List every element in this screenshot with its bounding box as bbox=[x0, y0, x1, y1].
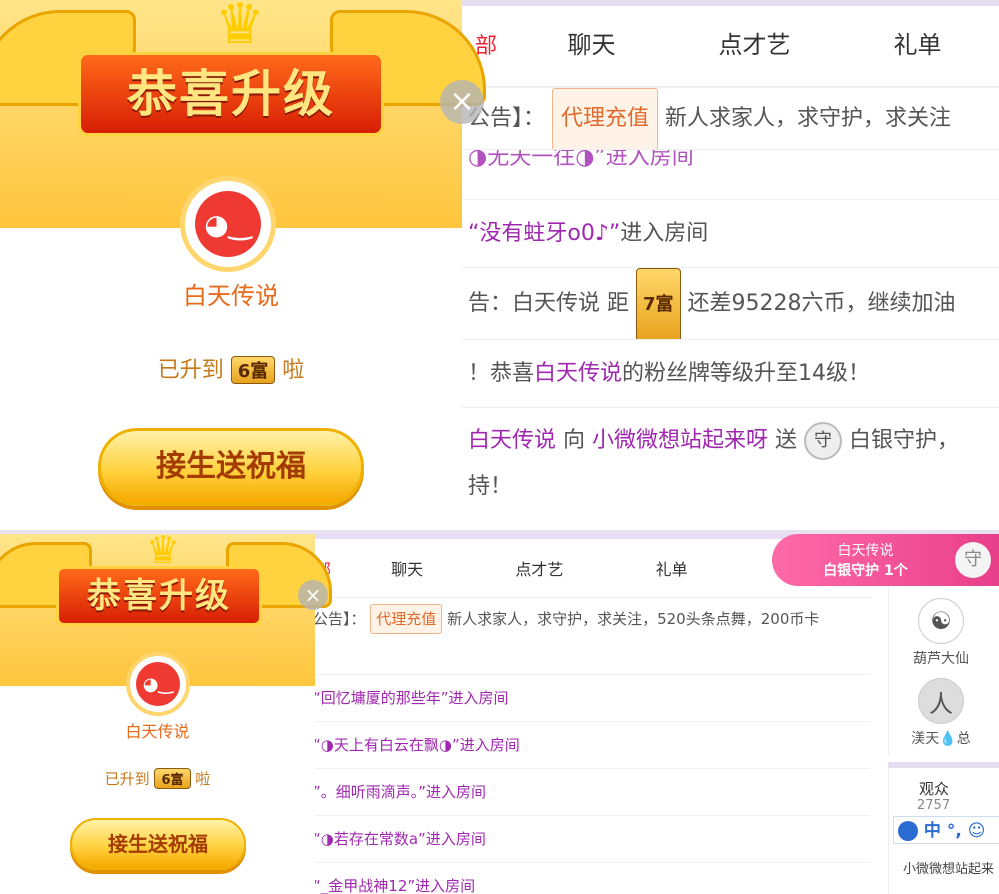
send-blessing-button[interactable]: 接生送祝福 bbox=[70, 818, 246, 870]
popup-title: 恭喜升级 bbox=[78, 52, 384, 136]
user-circle-icon bbox=[898, 821, 918, 841]
gift-sender[interactable]: 白天传说 bbox=[468, 428, 556, 453]
tab-chat[interactable]: 聊天 bbox=[341, 556, 473, 580]
chat-area-bottom: 部 聊天 点才艺 礼单 活动 公告】： 代理充值 新人求家人，求守护，求关注，5… bbox=[305, 534, 870, 894]
rank-message: 告：白天传说 距 7富 还差95228六币，继续加油 bbox=[462, 268, 999, 340]
upgraded-text: 已升到 6富 啦 bbox=[157, 356, 305, 384]
agent-recharge-chip[interactable]: 代理充值 bbox=[552, 88, 659, 149]
notice-text: 新人求家人，求守护，求关注 bbox=[665, 106, 952, 131]
enter-message: “没有蛀牙o0♪”进入房间 bbox=[462, 200, 999, 268]
gift-receiver[interactable]: 小微微想站起来呀 bbox=[592, 428, 768, 453]
list-item: “_金甲战神12”进入房间 bbox=[305, 863, 870, 894]
enter-suffix: 进入房间 bbox=[620, 221, 709, 246]
tab-chat[interactable]: 聊天 bbox=[510, 25, 673, 86]
yin-yang-icon: ☯ bbox=[918, 598, 964, 644]
guard-user[interactable]: 人 渼天💧总 bbox=[903, 678, 979, 748]
partial-enter-message: ◑无天一往◑”进入房间 bbox=[462, 150, 999, 200]
tab-gift-list[interactable]: 礼单 bbox=[606, 556, 738, 580]
top-screenshot: 部 聊天 点才艺 礼单 公告】： 代理充值 新人求家人，求守护，求关注 ◑无天一… bbox=[0, 0, 999, 534]
popup-title: 恭喜升级 bbox=[56, 566, 262, 626]
tab-gift-list[interactable]: 礼单 bbox=[836, 25, 999, 86]
audience-label: 观众 bbox=[919, 780, 950, 798]
guard-status-pill[interactable]: 白天传说 白银守护 1个 守 bbox=[772, 534, 999, 586]
ime-toolbar[interactable]: 中 °, ☺ bbox=[893, 816, 999, 844]
rank-badge: 7富 bbox=[636, 268, 681, 339]
tab-talent[interactable]: 点才艺 bbox=[673, 25, 836, 86]
send-blessing-button[interactable]: 接生送祝福 bbox=[98, 428, 364, 506]
list-item: “回忆墉厦的那些年”进入房间 bbox=[305, 675, 870, 722]
smiley-icon: ☺ bbox=[967, 821, 986, 841]
list-item: ”。细听雨滴声。”进入房间 bbox=[305, 769, 870, 816]
bottom-screenshot: 部 聊天 点才艺 礼单 活动 公告】： 代理充值 新人求家人，求守护，求关注，5… bbox=[0, 534, 999, 894]
popup-username: 白天传说 bbox=[183, 282, 279, 310]
notice-row: 公告】： 代理充值 新人求家人，求守护，求关注，520头条点舞，200币卡 bbox=[305, 598, 870, 675]
wink-face-icon: ◕‿ bbox=[195, 191, 261, 257]
list-item: “◑若存在常数a”进入房间 bbox=[305, 816, 870, 863]
bottom-note: 小微微想站起来 bbox=[903, 862, 995, 877]
guard-user[interactable]: ☯ 葫芦大仙 bbox=[903, 598, 979, 668]
avatar: 人 bbox=[918, 678, 964, 724]
tab-bar: 部 聊天 点才艺 礼单 bbox=[462, 0, 999, 88]
level-badge: 6富 bbox=[154, 768, 191, 789]
wink-face-icon: ◕‿ bbox=[136, 662, 180, 706]
popup-username: 白天传说 bbox=[125, 722, 190, 741]
guard-list: ☯ 葫芦大仙 人 渼天💧总 bbox=[888, 586, 999, 756]
avatar: ◕‿ bbox=[126, 652, 190, 716]
gift-message: 白天传说 向 小微微想站起来呀 送 守 白银守护， 持！ bbox=[462, 408, 999, 520]
enter-username[interactable]: “没有蛀牙o0♪” bbox=[468, 221, 620, 246]
shield-icon: 守 bbox=[804, 422, 843, 460]
tab-talent[interactable]: 点才艺 bbox=[473, 556, 605, 580]
audience-count: 2757 bbox=[917, 798, 951, 813]
close-icon[interactable]: × bbox=[440, 80, 484, 124]
agent-recharge-chip[interactable]: 代理充值 bbox=[370, 604, 443, 634]
audience-panel: 观众 2757 中 °, ☺ 小微微想站起来 bbox=[888, 762, 999, 894]
level-up-popup: ♛ 恭喜升级 × ◕‿ 白天传说 已升到 6富 啦 接生送祝福 bbox=[0, 534, 332, 894]
level-badge: 6富 bbox=[230, 356, 276, 384]
fan-level-message: ！恭喜白天传说的粉丝牌等级升至14级！ bbox=[462, 340, 999, 408]
upgraded-text: 已升到 6富 啦 bbox=[104, 768, 211, 789]
level-up-popup: ♛ 恭喜升级 × ◕‿ 白天传说 已升到 6富 啦 接生送祝福 bbox=[0, 0, 486, 530]
guard-shield-icon: 守 bbox=[955, 542, 991, 578]
crown-icon: ♛ bbox=[214, 0, 266, 57]
fan-username[interactable]: 白天传说 bbox=[534, 361, 622, 386]
close-icon[interactable]: × bbox=[298, 580, 328, 610]
list-item: “◑天上有白云在飘◑”进入房间 bbox=[305, 722, 870, 769]
notice-row: 公告】： 代理充值 新人求家人，求守护，求关注 bbox=[462, 88, 999, 150]
chat-area-top: 部 聊天 点才艺 礼单 公告】： 代理充值 新人求家人，求守护，求关注 ◑无天一… bbox=[462, 0, 999, 530]
avatar: ◕‿ bbox=[180, 176, 276, 272]
